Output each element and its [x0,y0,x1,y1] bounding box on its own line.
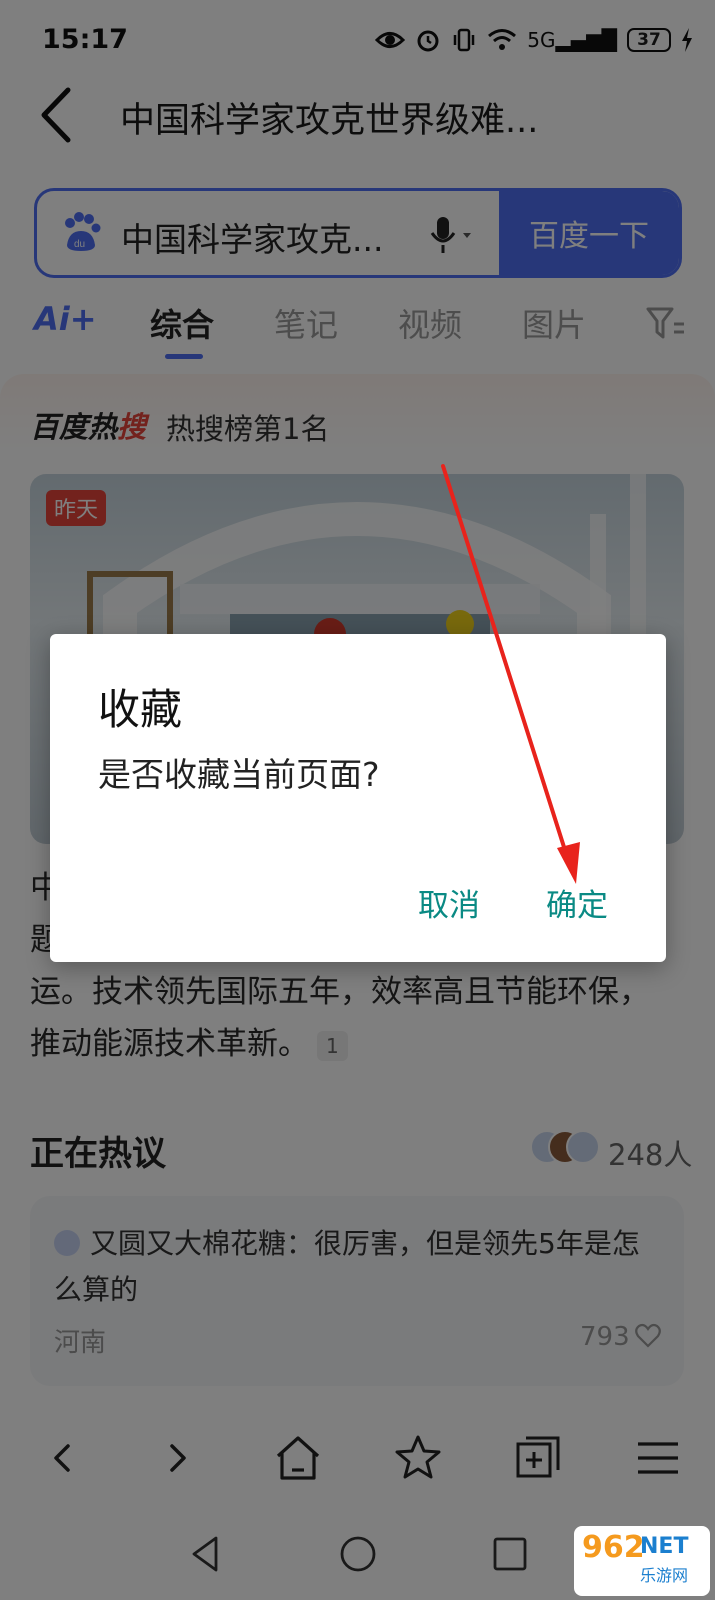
cancel-button[interactable]: 取消 [418,880,480,925]
dialog-message: 是否收藏当前页面? [98,755,380,794]
confirm-button[interactable]: 确定 [546,880,608,925]
watermark-logo: 962 [582,1530,645,1565]
watermark-sub: 乐游网 [640,1566,689,1585]
dialog-title: 收藏 [98,685,183,734]
watermark-net: NET [640,1534,689,1559]
